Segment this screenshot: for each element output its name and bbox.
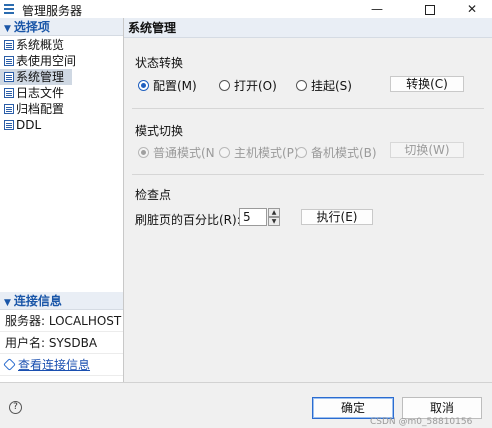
nav-item-system-overview[interactable]: 系统概览 (0, 37, 123, 53)
mode-group-title: 模式切换 (135, 124, 184, 138)
selection-section-title: 选择项 (13, 20, 50, 34)
cancel-button[interactable]: 取消 (402, 397, 482, 419)
minimize-icon: — (371, 2, 383, 16)
divider (132, 108, 484, 109)
nav-list: 系统概览 表使用空间 系统管理 日志文件 归档配置 DDL (0, 36, 123, 133)
radio-icon (219, 147, 230, 158)
checkpoint-group-title: 检查点 (135, 188, 172, 202)
window-title: 管理服务器 (22, 4, 83, 18)
server-info: 服务器: LOCALHOST (0, 310, 123, 332)
ok-button[interactable]: 确定 (312, 397, 394, 419)
left-pane: ▼ 选择项 系统概览 表使用空间 系统管理 日志文件 归档配置 DDL ▼ 连接信息… (0, 18, 124, 382)
execute-button[interactable]: 执行(E) (301, 209, 373, 225)
app-icon (4, 4, 14, 14)
maximize-button[interactable] (410, 0, 450, 18)
page-icon (4, 72, 14, 82)
page-icon (4, 104, 14, 114)
dirty-page-percent-label: 刷脏页的百分比(R): (135, 213, 241, 227)
radio-selected-icon (138, 147, 149, 158)
view-connection-link-label: 查看连接信息 (18, 358, 91, 372)
radio-suspend[interactable]: 挂起(S) (296, 77, 352, 94)
radio-open[interactable]: 打开(O) (219, 77, 277, 94)
spin-down-icon[interactable]: ▼ (268, 217, 280, 226)
page-title: 系统管理 (124, 18, 492, 38)
connection-section: ▼ 连接信息 服务器: LOCALHOST 用户名: SYSDBA 查看连接信息 (0, 292, 123, 376)
page-icon (4, 56, 14, 66)
help-icon[interactable]: ? (9, 401, 22, 414)
radio-suspend-label: 挂起(S) (311, 79, 352, 93)
maximize-icon (425, 4, 435, 15)
close-button[interactable]: ✕ (452, 0, 492, 18)
nav-item-label: 系统管理 (16, 70, 65, 84)
user-info: 用户名: SYSDBA (0, 332, 123, 354)
page-icon (4, 40, 14, 50)
right-pane: 系统管理 状态转换 配置(M) 打开(O) 挂起(S) 转换(C) 模式切换 普… (124, 18, 492, 382)
radio-normal-mode[interactable]: 普通模式(N (138, 144, 215, 161)
collapse-caret-icon: ▼ (4, 24, 11, 34)
nav-item-archive-config[interactable]: 归档配置 (0, 101, 123, 117)
radio-standby-mode-label: 备机模式(B) (311, 146, 377, 160)
nav-item-log-files[interactable]: 日志文件 (0, 85, 123, 101)
title-bar: 管理服务器 — ✕ (0, 0, 492, 18)
radio-icon (296, 80, 307, 91)
view-connection-link[interactable]: 查看连接信息 (0, 354, 123, 376)
radio-icon (219, 80, 230, 91)
nav-item-ddl[interactable]: DDL (0, 117, 123, 133)
connection-section-title: 连接信息 (13, 294, 62, 308)
radio-config-label: 配置(M) (153, 79, 197, 93)
convert-button[interactable]: 转换(C) (390, 76, 464, 92)
switch-button[interactable]: 切换(W) (390, 142, 464, 158)
nav-item-label: 日志文件 (16, 86, 65, 100)
nav-item-system-management[interactable]: 系统管理 (0, 69, 72, 85)
selection-section-header[interactable]: ▼ 选择项 (0, 18, 123, 36)
page-icon (4, 88, 14, 98)
radio-selected-icon (138, 80, 149, 91)
nav-item-table-space[interactable]: 表使用空间 (0, 53, 123, 69)
radio-icon (296, 147, 307, 158)
radio-normal-mode-label: 普通模式(N (153, 146, 215, 160)
minimize-button[interactable]: — (357, 0, 397, 18)
link-icon (3, 358, 16, 371)
dialog-footer: ? 确定 取消 CSDN @m0_58810156 (0, 382, 492, 428)
nav-item-label: 系统概览 (16, 38, 65, 52)
radio-primary-mode-label: 主机模式(P) (234, 146, 299, 160)
radio-open-label: 打开(O) (234, 79, 277, 93)
nav-item-label: 归档配置 (16, 102, 65, 116)
dirty-page-percent-input[interactable]: 5 (239, 208, 267, 226)
watermark: CSDN @m0_58810156 (370, 417, 473, 427)
radio-primary-mode[interactable]: 主机模式(P) (219, 144, 299, 161)
divider (132, 174, 484, 175)
connection-section-header[interactable]: ▼ 连接信息 (0, 292, 123, 310)
collapse-caret-icon: ▼ (4, 298, 11, 308)
page-icon (4, 120, 14, 130)
nav-item-label: DDL (16, 118, 42, 132)
spin-up-icon[interactable]: ▲ (268, 208, 280, 217)
radio-standby-mode[interactable]: 备机模式(B) (296, 144, 377, 161)
state-group-title: 状态转换 (135, 56, 184, 70)
radio-config[interactable]: 配置(M) (138, 77, 197, 94)
close-icon: ✕ (466, 2, 478, 16)
nav-item-label: 表使用空间 (16, 54, 77, 68)
